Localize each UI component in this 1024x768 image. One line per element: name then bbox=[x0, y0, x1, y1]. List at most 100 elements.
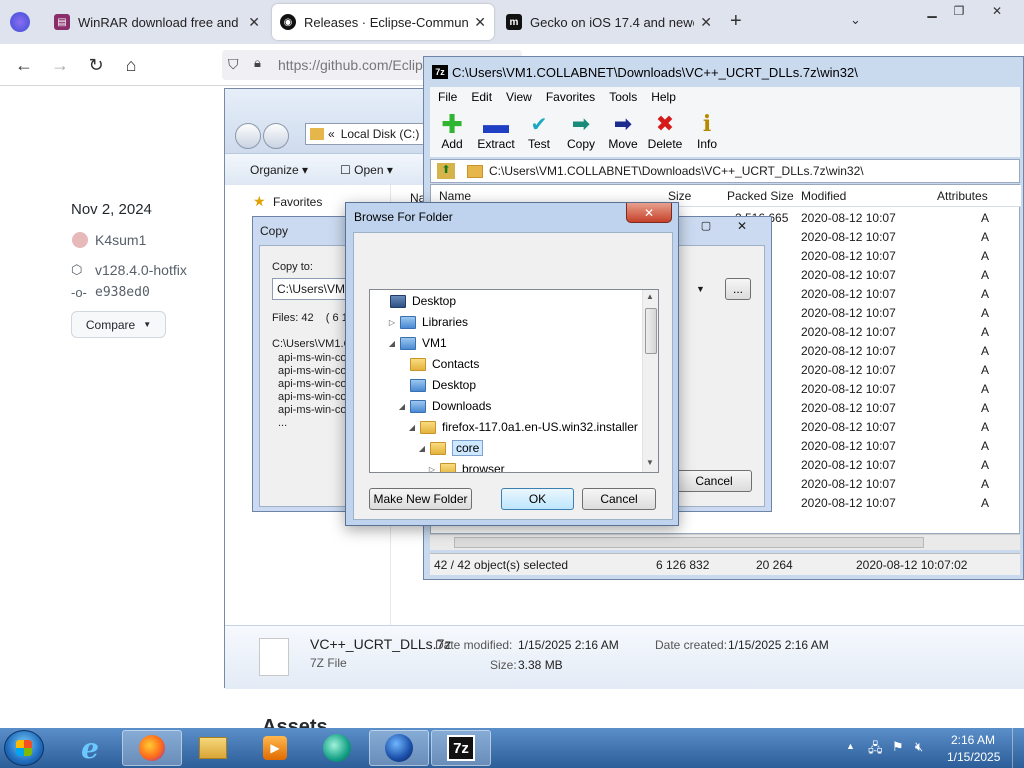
blue-app-icon[interactable] bbox=[369, 730, 429, 766]
list-all-tabs-icon[interactable]: ⌄ bbox=[850, 12, 861, 28]
tree-item[interactable]: ◢ firefox-117.0a1.en-US.win32.installer bbox=[406, 417, 638, 437]
close-window-icon[interactable]: ✕ bbox=[972, 0, 1022, 22]
open-button[interactable]: ☐ Open ▾ bbox=[340, 163, 393, 177]
tree-item[interactable]: ◢ Downloads bbox=[396, 396, 491, 416]
tree-item[interactable]: Desktop bbox=[376, 291, 456, 311]
scroll-thumb[interactable] bbox=[645, 308, 657, 354]
info-button[interactable]: i Info bbox=[687, 111, 727, 155]
menu-favorites[interactable]: Favorites bbox=[546, 90, 595, 104]
file-explorer-icon[interactable] bbox=[183, 730, 243, 766]
folder-icon bbox=[410, 399, 426, 413]
test-button[interactable]: ✔ Test bbox=[519, 111, 559, 155]
collapse-icon[interactable]: ◢ bbox=[416, 444, 428, 453]
horizontal-scrollbar[interactable] bbox=[430, 534, 1020, 550]
compare-button[interactable]: Compare ▼ bbox=[71, 311, 166, 338]
scroll-down-icon[interactable]: ▼ bbox=[646, 458, 654, 467]
scroll-thumb[interactable] bbox=[454, 537, 924, 548]
green-app-icon[interactable] bbox=[307, 730, 367, 766]
dropdown-arrow-icon[interactable]: ▼ bbox=[696, 284, 705, 294]
close-tab-icon[interactable]: ✕ bbox=[248, 14, 260, 31]
collapse-icon[interactable]: ◢ bbox=[386, 339, 398, 348]
vertical-scrollbar[interactable]: ▲ ▼ bbox=[642, 290, 658, 472]
tree-item[interactable]: Contacts bbox=[396, 354, 479, 374]
collapse-icon[interactable]: ◢ bbox=[396, 402, 408, 411]
add-button[interactable]: ✚ Add bbox=[432, 109, 472, 155]
shield-icon[interactable]: ⛉ bbox=[228, 56, 239, 73]
firefox-menu-icon[interactable] bbox=[10, 12, 30, 32]
menu-edit[interactable]: Edit bbox=[471, 90, 492, 104]
action-center-flag-icon[interactable]: ⚑ bbox=[892, 739, 904, 755]
tree-item[interactable]: ▷ browser bbox=[426, 459, 505, 473]
forward-icon[interactable]: → bbox=[47, 52, 73, 78]
start-button[interactable] bbox=[4, 730, 44, 766]
back-icon[interactable] bbox=[235, 123, 261, 149]
firefox-icon[interactable] bbox=[122, 730, 182, 766]
ok-button[interactable]: OK bbox=[501, 488, 574, 510]
scroll-up-icon[interactable]: ▲ bbox=[646, 292, 654, 301]
new-tab-icon[interactable]: + bbox=[730, 10, 742, 33]
restore-window-icon[interactable]: ❐ bbox=[946, 0, 972, 22]
clock-time[interactable]: 2:16 AM bbox=[951, 733, 995, 747]
release-tag[interactable]: v128.4.0-hotfix bbox=[95, 262, 187, 278]
explorer-command-bar: Organize ▾ ☐ Open ▾ bbox=[225, 153, 425, 185]
make-new-folder-button[interactable]: Make New Folder bbox=[369, 488, 472, 510]
browse-button[interactable]: ... bbox=[725, 278, 751, 300]
clock-date[interactable]: 1/15/2025 bbox=[947, 750, 1000, 764]
packed-size-column-header[interactable]: Packed Size bbox=[727, 189, 794, 203]
delete-button[interactable]: ✖ Delete bbox=[645, 111, 685, 155]
volume-muted-icon[interactable]: 🔇︎ bbox=[915, 739, 923, 755]
sevenzip-taskbar-icon[interactable]: 7z bbox=[431, 730, 491, 766]
close-icon[interactable]: ✕ bbox=[729, 219, 755, 237]
show-desktop-button[interactable] bbox=[1012, 728, 1024, 768]
browser-tab-gecko[interactable]: m Gecko on iOS 17.4 and newer in ✕ bbox=[498, 4, 720, 40]
path-bar[interactable]: ⬆ C:\Users\VM1.COLLABNET\Downloads\VC++_… bbox=[430, 159, 1020, 183]
modified-column-header[interactable]: Modified bbox=[801, 189, 846, 203]
cancel-button[interactable]: Cancel bbox=[582, 488, 656, 510]
explorer-address-bar[interactable]: « Local Disk (C:) bbox=[305, 123, 429, 145]
tree-item[interactable]: ◢ core bbox=[416, 438, 484, 458]
cancel-button[interactable]: Cancel bbox=[676, 470, 752, 492]
home-icon[interactable]: ⌂ bbox=[118, 52, 144, 78]
release-commit[interactable]: e938ed0 bbox=[95, 285, 150, 300]
expand-icon[interactable]: ▷ bbox=[386, 318, 398, 327]
size-column-header[interactable]: Size bbox=[668, 189, 691, 203]
tree-item[interactable]: ◢ VM1 bbox=[386, 333, 447, 353]
menu-view[interactable]: View bbox=[506, 90, 532, 104]
browser-tab-releases[interactable]: ◉ Releases · Eclipse-Community/ ✕ bbox=[272, 4, 494, 40]
media-player-icon[interactable]: ▶ bbox=[245, 730, 305, 766]
source-path: C:\Users\VM1.C bbox=[272, 338, 352, 350]
menu-help[interactable]: Help bbox=[651, 90, 676, 104]
show-hidden-icons-icon[interactable]: ▲ bbox=[846, 741, 855, 751]
breadcrumb[interactable]: Local Disk (C:) bbox=[341, 127, 420, 141]
forward-icon[interactable] bbox=[263, 123, 289, 149]
close-tab-icon[interactable]: ✕ bbox=[474, 14, 486, 31]
close-tab-icon[interactable]: ✕ bbox=[700, 14, 712, 31]
expand-icon[interactable]: ▷ bbox=[426, 465, 438, 473]
up-folder-icon[interactable]: ⬆ bbox=[437, 163, 455, 179]
move-button[interactable]: ➡ Move bbox=[603, 111, 643, 155]
close-icon[interactable]: ✕ bbox=[626, 203, 672, 223]
release-author[interactable]: K4sum1 bbox=[95, 232, 146, 248]
favorites-item[interactable]: Favorites bbox=[273, 195, 322, 209]
reload-icon[interactable]: ↻ bbox=[83, 52, 109, 78]
tree-item[interactable]: ▷ Libraries bbox=[386, 312, 468, 332]
extract-button[interactable]: ▬ Extract bbox=[474, 109, 518, 155]
maximize-icon[interactable]: ▢ bbox=[693, 219, 719, 237]
tree-item[interactable]: Desktop bbox=[396, 375, 476, 395]
dialog-body: Desktop ▷ Libraries ◢ VM1 Contacts Desktop ◢ Dow… bbox=[353, 232, 673, 520]
menu-file[interactable]: File bbox=[438, 90, 457, 104]
internet-explorer-icon[interactable]: e bbox=[60, 730, 120, 766]
minimize-window-icon[interactable]: ▁ bbox=[918, 0, 946, 22]
folder-tree[interactable]: Desktop ▷ Libraries ◢ VM1 Contacts Desktop ◢ Dow… bbox=[369, 289, 659, 473]
attributes-column-header[interactable]: Attributes bbox=[937, 189, 988, 203]
name-column-header[interactable]: Name bbox=[439, 189, 471, 203]
collapse-icon[interactable]: ◢ bbox=[406, 423, 418, 432]
copy-button[interactable]: ➡ Copy bbox=[561, 111, 601, 155]
network-icon[interactable]: 🖧︎ bbox=[868, 739, 883, 761]
breadcrumb-overflow-icon[interactable]: « bbox=[328, 127, 335, 141]
browser-tab-winrar[interactable]: ▤ WinRAR download free and sup ✕ bbox=[46, 4, 268, 40]
lock-icon[interactable]: 🔒︎ bbox=[254, 55, 261, 71]
organize-button[interactable]: Organize ▾ bbox=[250, 163, 308, 177]
back-icon[interactable]: ← bbox=[11, 52, 37, 78]
menu-tools[interactable]: Tools bbox=[609, 90, 637, 104]
